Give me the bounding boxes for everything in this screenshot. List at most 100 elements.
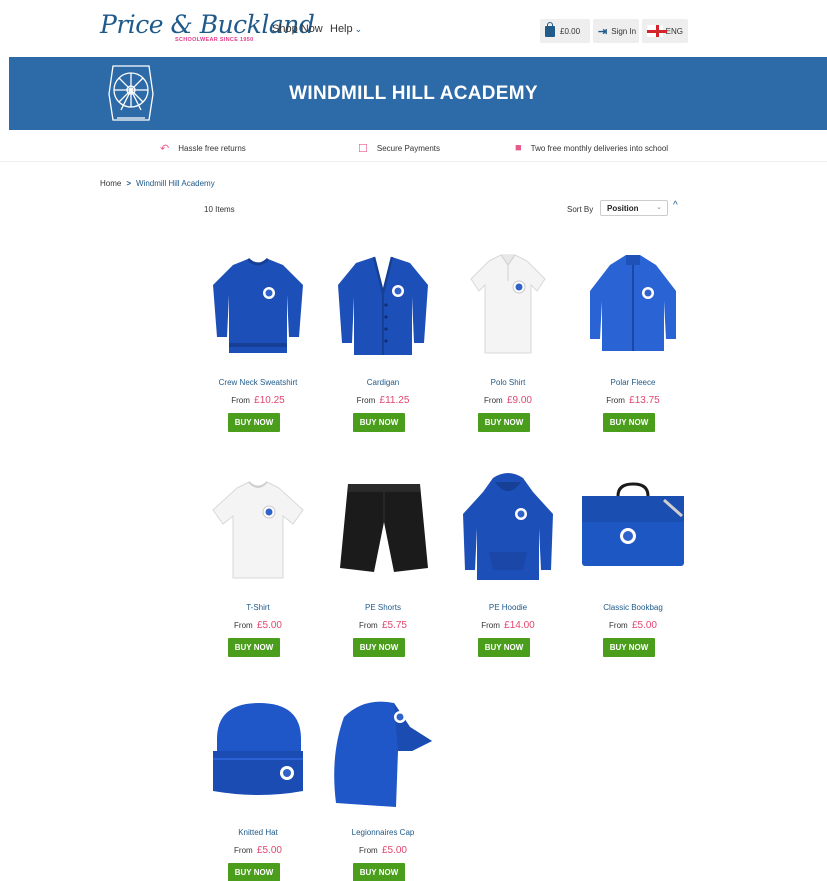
buy-now-button[interactable]: BUY NOW xyxy=(353,863,405,881)
product-card[interactable]: PE Hoodie From £14.00 BUY NOW xyxy=(453,470,563,658)
product-card[interactable]: Cardigan From £11.25 BUY NOW xyxy=(328,245,438,433)
product-card[interactable]: Classic Bookbag From £5.00 BUY NOW xyxy=(578,470,688,658)
buy-now-button[interactable]: BUY NOW xyxy=(603,638,655,657)
buy-now-button[interactable]: BUY NOW xyxy=(603,413,655,432)
product-name[interactable]: Legionnaires Cap xyxy=(328,828,438,837)
usp-payments: ☐ Secure Payments xyxy=(358,142,440,155)
returns-arrow-icon: ↶ xyxy=(160,143,170,155)
buy-now-button[interactable]: BUY NOW xyxy=(228,413,280,432)
product-name[interactable]: Polo Shirt xyxy=(453,378,563,387)
product-card[interactable]: Knitted Hat From £5.00 BUY NOW xyxy=(203,695,313,881)
language-selector[interactable]: ENG xyxy=(642,19,688,43)
buy-now-button[interactable]: BUY NOW xyxy=(353,413,405,432)
sort-select-value: Position xyxy=(607,204,639,213)
product-price: From £14.00 xyxy=(453,620,563,631)
price-amount: £13.75 xyxy=(629,395,660,406)
product-price: From £13.75 xyxy=(578,395,688,406)
usp-deliveries: ■ Two free monthly deliveries into schoo… xyxy=(515,142,668,154)
polar-fleece-image xyxy=(590,255,676,351)
price-amount: £5.75 xyxy=(381,620,407,631)
product-price: From £9.00 xyxy=(453,395,563,406)
price-prefix: From xyxy=(234,621,253,630)
price-amount: £11.25 xyxy=(379,395,410,406)
price-amount: £5.00 xyxy=(381,845,407,856)
breadcrumb-current: Windmill Hill Academy xyxy=(136,179,215,188)
breadcrumb-home[interactable]: Home xyxy=(100,179,121,188)
sort-select[interactable]: Position ⌄ xyxy=(600,200,668,216)
price-amount: £14.00 xyxy=(504,620,535,631)
breadcrumb-separator: > xyxy=(126,179,132,188)
bookbag-image xyxy=(582,482,684,566)
logo-tagline: SCHOOLWEAR SINCE 1950 xyxy=(175,37,254,43)
price-amount: £5.00 xyxy=(256,845,282,856)
t-shirt-image xyxy=(212,481,304,579)
price-prefix: From xyxy=(484,396,503,405)
price-amount: £10.25 xyxy=(254,395,285,406)
product-name[interactable]: PE Hoodie xyxy=(453,603,563,612)
nav-shop-now[interactable]: Shop Now xyxy=(272,23,323,35)
price-prefix: From xyxy=(606,396,625,405)
product-name[interactable]: Classic Bookbag xyxy=(578,603,688,612)
buy-now-button[interactable]: BUY NOW xyxy=(353,638,405,657)
item-count: 10 Items xyxy=(204,205,235,214)
buy-now-button[interactable]: BUY NOW xyxy=(478,413,530,432)
product-name[interactable]: Cardigan xyxy=(328,378,438,387)
pe-shorts-image xyxy=(340,484,428,572)
knitted-hat-image xyxy=(213,703,303,795)
england-flag-icon xyxy=(647,25,667,37)
sort-label: Sort By xyxy=(567,205,594,214)
chevron-down-icon: ⌄ xyxy=(656,204,662,211)
product-price: From £5.00 xyxy=(203,620,313,631)
polo-shirt-image xyxy=(470,254,546,354)
product-card[interactable]: Crew Neck Sweatshirt From £10.25 BUY NOW xyxy=(203,245,313,433)
price-amount: £5.00 xyxy=(256,620,282,631)
product-card[interactable]: Polo Shirt From £9.00 BUY NOW xyxy=(453,245,563,433)
usp-returns: ↶ Hassle free returns xyxy=(160,142,246,155)
usp-deliveries-text: Two free monthly deliveries into school xyxy=(530,143,669,153)
price-prefix: From xyxy=(359,846,378,855)
cart-button[interactable]: £0.00 xyxy=(540,19,590,43)
price-prefix: From xyxy=(356,396,376,405)
price-prefix: From xyxy=(481,621,500,630)
price-prefix: From xyxy=(609,621,628,630)
school-title: WINDMILL HILL ACADEMY xyxy=(289,83,538,104)
product-price: From £11.25 xyxy=(328,395,438,406)
product-name[interactable]: Polar Fleece xyxy=(578,378,688,387)
language-label: ENG xyxy=(665,26,683,36)
buy-now-button[interactable]: BUY NOW xyxy=(228,638,280,657)
legionnaires-cap-image xyxy=(334,701,432,807)
product-card[interactable]: Polar Fleece From £13.75 BUY NOW xyxy=(578,245,688,433)
usp-payments-text: Secure Payments xyxy=(376,144,441,153)
sign-in-icon: ⇥ xyxy=(598,25,608,38)
shopping-bag-icon xyxy=(545,21,555,37)
product-card[interactable]: PE Shorts From £5.75 BUY NOW xyxy=(328,470,438,658)
site-logo[interactable]: Price & Buckland SCHOOLWEAR SINCE 1950 xyxy=(100,10,315,46)
product-price: From £5.00 xyxy=(203,845,313,856)
sweatshirt-image xyxy=(213,257,303,353)
pe-hoodie-image xyxy=(463,473,553,580)
cart-total: £0.00 xyxy=(560,26,581,36)
buy-now-button[interactable]: BUY NOW xyxy=(478,638,530,657)
buy-now-button[interactable]: BUY NOW xyxy=(228,863,280,881)
site-header: Price & Buckland SCHOOLWEAR SINCE 1950 S… xyxy=(0,0,827,57)
usp-divider xyxy=(0,161,827,162)
product-card[interactable]: Legionnaires Cap From £5.00 BUY NOW xyxy=(328,695,438,881)
nav-help-label: Help xyxy=(330,23,353,35)
price-prefix: From xyxy=(231,396,250,405)
price-prefix: From xyxy=(359,621,378,630)
product-price: From £10.25 xyxy=(203,395,313,406)
product-name[interactable]: Knitted Hat xyxy=(203,828,313,837)
product-price: From £5.00 xyxy=(578,620,688,631)
product-card[interactable]: T-Shirt From £5.00 BUY NOW xyxy=(203,470,313,658)
sort-direction-arrow-icon[interactable]: ^ xyxy=(673,200,678,211)
truck-icon: ■ xyxy=(515,142,522,154)
nav-help[interactable]: Help ⌄ xyxy=(330,23,362,35)
usp-returns-text: Hassle free returns xyxy=(178,144,246,153)
product-name[interactable]: T-Shirt xyxy=(203,603,313,612)
chevron-down-icon: ⌄ xyxy=(354,24,363,34)
product-name[interactable]: PE Shorts xyxy=(328,603,438,612)
price-amount: £5.00 xyxy=(631,620,657,631)
sign-in-button[interactable]: ⇥ Sign In xyxy=(593,19,639,43)
product-name[interactable]: Crew Neck Sweatshirt xyxy=(203,378,313,387)
price-prefix: From xyxy=(234,846,253,855)
